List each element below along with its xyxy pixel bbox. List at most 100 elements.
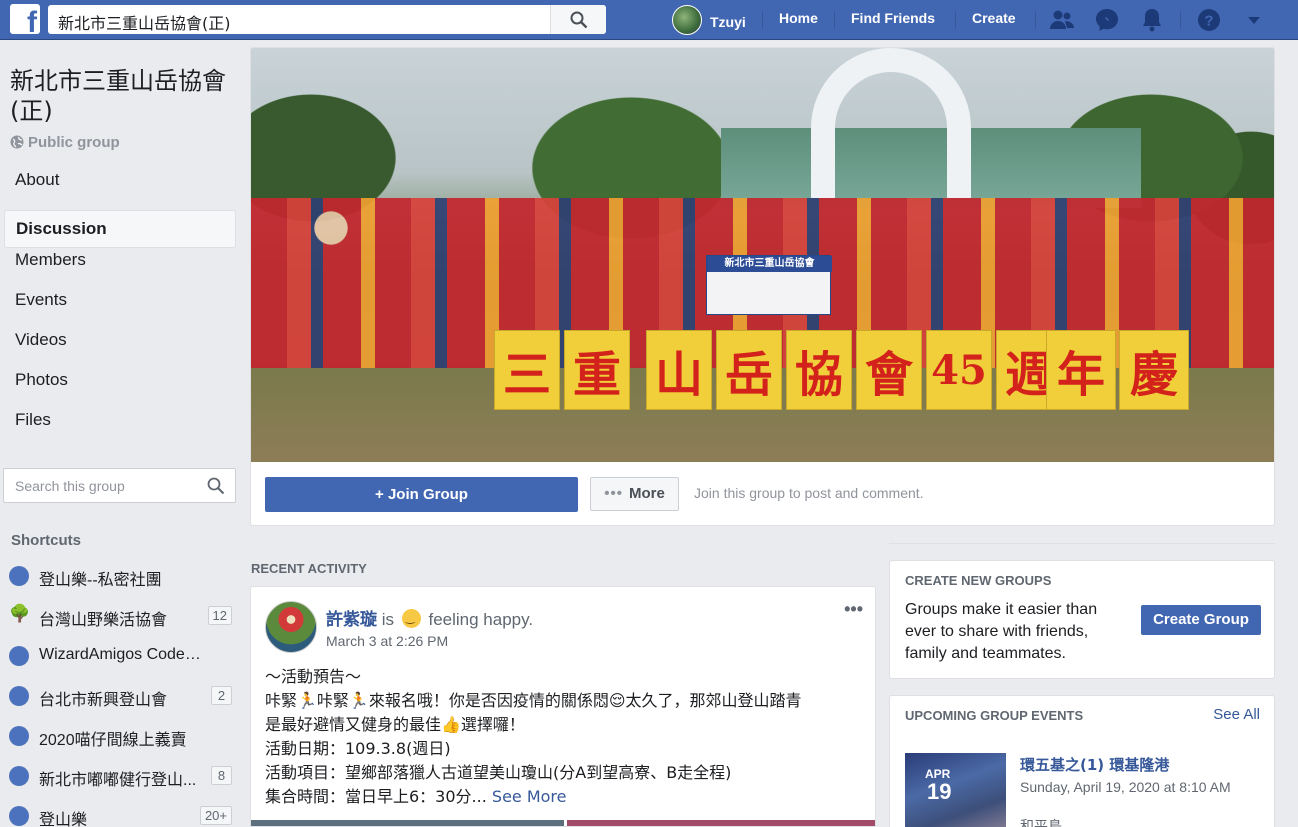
feeling-text[interactable]: feeling happy. — [428, 610, 533, 629]
banner-sign: 山 — [646, 330, 712, 410]
nav-divider — [834, 11, 835, 29]
join-hint-text: Join this group to post and comment. — [694, 485, 924, 501]
event-place: 和平島 — [1020, 819, 1062, 827]
post-line: 活動項目：望鄉部落獵人古道望美山瓊山(分A到望高寮、B走全程) — [265, 763, 732, 782]
user-name[interactable]: Tzuyi — [710, 14, 746, 30]
plus-icon: + — [375, 486, 388, 503]
post-timestamp[interactable]: March 3 at 2:26 PM — [326, 633, 448, 649]
global-search-input[interactable]: 新北市三重山岳協會(正) — [48, 5, 606, 34]
shortcut-count-badge: 8 — [211, 766, 232, 785]
facebook-logo-icon[interactable]: f — [10, 4, 40, 34]
shortcut-count-badge: 12 — [207, 606, 232, 625]
feeling-prefix: is — [381, 610, 395, 629]
nav-discussion[interactable]: Discussion — [4, 210, 236, 248]
nav-about[interactable]: About — [4, 170, 236, 210]
search-icon[interactable] — [207, 477, 225, 495]
nav-photos[interactable]: Photos — [4, 370, 236, 410]
shortcut-label[interactable]: 台北市新興登山會 — [39, 686, 201, 710]
friend-requests-icon[interactable] — [1048, 6, 1076, 34]
shortcut-item[interactable]: 台北市新興登山會 2 — [8, 676, 232, 716]
notifications-icon[interactable] — [1138, 6, 1166, 34]
group-title[interactable]: 新北市三重山岳協會(正) — [10, 66, 242, 126]
help-icon[interactable]: ? — [1195, 6, 1223, 34]
find-friends-link[interactable]: Find Friends — [851, 10, 935, 26]
nav-divider — [1035, 11, 1036, 29]
shortcut-label[interactable]: 台灣山野樂活協會 — [39, 606, 201, 630]
post-options-icon[interactable]: ••• — [844, 599, 863, 620]
search-input-value[interactable]: 新北市三重山岳協會(正) — [58, 10, 231, 34]
avatar[interactable] — [672, 5, 702, 35]
search-button[interactable] — [550, 5, 606, 34]
shortcut-label[interactable]: 登山樂--私密社團 — [39, 566, 201, 590]
more-button[interactable]: ••• More — [590, 477, 679, 511]
home-link[interactable]: Home — [779, 10, 818, 26]
group-icon — [9, 766, 29, 786]
nav-divider — [955, 11, 956, 29]
shortcut-label[interactable]: 新北市嘟嘟健行登山... — [39, 766, 201, 790]
event-day: 19 — [927, 779, 952, 804]
upcoming-events-heading: UPCOMING GROUP EVENTS — [905, 708, 1084, 723]
nav-members[interactable]: Members — [4, 250, 236, 290]
top-navigation-bar: f 新北市三重山岳協會(正) Tzuyi Home Find Friends C… — [0, 0, 1298, 40]
banner-sign: 慶 — [1119, 330, 1189, 410]
create-groups-heading: CREATE NEW GROUPS — [905, 573, 1052, 588]
nav-videos[interactable]: Videos — [4, 330, 236, 370]
post-photo-preview[interactable] — [251, 820, 875, 826]
shortcut-item[interactable]: 新北市嘟嘟健行登山... 8 — [8, 756, 232, 796]
cover-flag: 新北市三重山岳協會 — [706, 255, 832, 315]
shortcut-item[interactable]: 登山樂 20+ — [8, 796, 232, 827]
see-all-link[interactable]: See All — [1213, 706, 1260, 723]
cover-photo[interactable]: 新北市三重山岳協會 三 重 山 岳 協 會 45 週 年 慶 — [251, 48, 1274, 462]
create-groups-text: Groups make it easier than ever to share… — [905, 601, 1098, 662]
join-group-button[interactable]: + Join Group — [265, 477, 578, 512]
nav-files[interactable]: Files — [4, 410, 236, 450]
group-icon — [9, 806, 29, 826]
more-dots-icon: ••• — [604, 485, 623, 502]
group-search-placeholder: Search this group — [15, 478, 125, 494]
event-title[interactable]: 環五基之(1) 環基隆港 — [1020, 754, 1169, 775]
more-label: More — [628, 485, 665, 502]
post-body: ～活動預告～ 咔緊🏃咔緊🏃來報名哦！你是否因疫情的關係悶😌太久了，那郊山登山踏青… — [265, 665, 865, 809]
event-thumbnail[interactable]: APR 19 — [905, 753, 1006, 827]
globe-icon — [10, 135, 24, 149]
nav-divider — [1180, 11, 1181, 29]
shortcut-label[interactable]: WizardAmigos CodeCa... — [39, 646, 201, 664]
shortcut-item[interactable]: 2020喵仔間線上義賣 — [8, 716, 232, 756]
shortcut-label[interactable]: 2020喵仔間線上義賣 — [39, 726, 201, 750]
post-author-avatar[interactable] — [265, 601, 317, 653]
group-icon — [9, 566, 29, 586]
shortcut-count-badge: 20+ — [199, 806, 232, 825]
right-column-divider — [889, 543, 1275, 544]
create-group-button[interactable]: Create Group — [1141, 605, 1261, 635]
shortcut-item[interactable]: 🌳 台灣山野樂活協會 12 — [8, 596, 232, 636]
shortcut-label[interactable]: 登山樂 — [39, 806, 201, 827]
shortcut-count-badge: 2 — [211, 686, 232, 705]
join-group-label: Join Group — [387, 486, 468, 503]
upcoming-events-card: UPCOMING GROUP EVENTS See All APR 19 環五基… — [889, 695, 1275, 827]
post-author-name[interactable]: 許紫璇 — [326, 610, 377, 629]
feed-post: 許紫璇 is feeling happy. March 3 at 2:26 PM… — [250, 586, 876, 827]
event-date: Sunday, April 19, 2020 at 8:10 AM — [1020, 779, 1231, 795]
post-author-line: 許紫璇 is feeling happy. — [326, 605, 533, 630]
group-icon — [9, 686, 29, 706]
create-link[interactable]: Create — [972, 10, 1016, 26]
post-line: ～活動預告～ — [265, 667, 362, 686]
banner-sign: 會 — [856, 330, 922, 410]
cover-actions: + Join Group ••• More Join this group to … — [251, 462, 1274, 525]
group-cover-card: 新北市三重山岳協會 三 重 山 岳 協 會 45 週 年 慶 + Join Gr… — [250, 47, 1275, 526]
see-more-link[interactable]: See More — [492, 787, 567, 806]
group-search-input[interactable]: Search this group — [3, 468, 236, 503]
cover-arch — [811, 48, 971, 198]
shortcut-item[interactable]: 登山樂--私密社團 — [8, 556, 232, 596]
post-line: 是最好避情又健身的最佳👍選擇囉！ — [265, 715, 525, 734]
nav-events[interactable]: Events — [4, 290, 236, 330]
shortcut-item[interactable]: WizardAmigos CodeCa... — [8, 636, 232, 676]
dropdown-arrow-icon[interactable] — [1240, 6, 1268, 34]
banner-sign: 岳 — [716, 330, 782, 410]
shortcuts-heading: Shortcuts — [11, 532, 82, 549]
nav-divider — [762, 11, 763, 29]
messenger-icon[interactable] — [1093, 6, 1121, 34]
post-line-last: 集合時間：當日早上6：30分... See More — [265, 785, 865, 809]
group-icon — [9, 646, 29, 666]
group-side-nav: About Discussion Members Events Videos P… — [4, 170, 236, 450]
